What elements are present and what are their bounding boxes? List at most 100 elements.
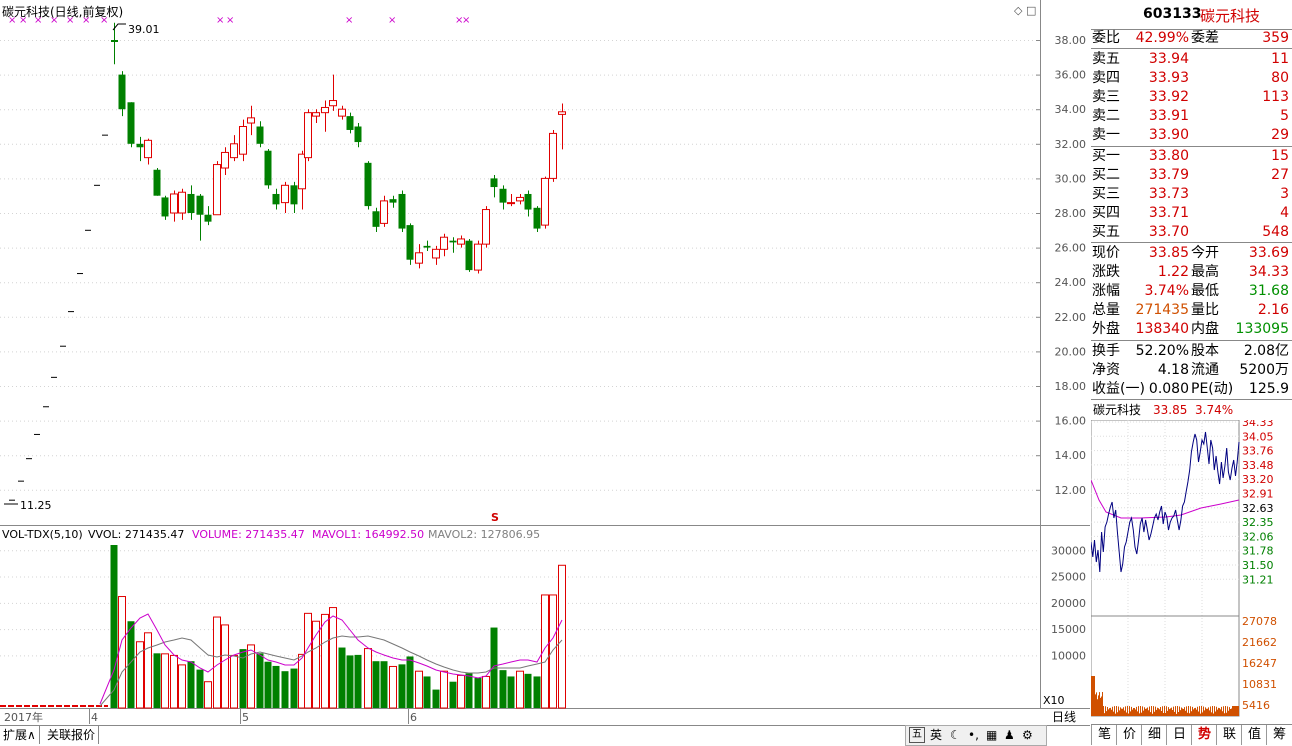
punct-icon[interactable]: •,: [968, 726, 979, 744]
candle: [541, 176, 549, 229]
mini-name: 碳元科技: [1093, 403, 1142, 417]
tab-4[interactable]: 势: [1191, 725, 1217, 745]
price-tick: 32.00: [1055, 138, 1087, 151]
row-label: 涨幅: [1092, 283, 1120, 299]
volume-bar: [524, 673, 532, 708]
related-quote-button[interactable]: 关联报价: [44, 726, 100, 744]
tab-0[interactable]: 笔: [1091, 725, 1117, 745]
intraday-price-tick: 32.35: [1242, 516, 1274, 529]
price-tick: 26.00: [1055, 242, 1087, 255]
fund-row: 净资 4.18 流通 5200万: [1091, 361, 1292, 380]
volume-bar: [346, 655, 354, 708]
date-label-jun: 6: [410, 711, 417, 724]
quote-header: 603133 碳元科技: [1091, 0, 1292, 30]
volume-bar: [398, 664, 406, 708]
candle: [364, 161, 372, 210]
keyboard-icon[interactable]: ▦: [986, 726, 997, 744]
ime-mode[interactable]: 英: [930, 726, 942, 744]
row-value: 33.80: [1148, 148, 1189, 164]
row-value-2: 2.16: [1257, 302, 1289, 318]
volume-bar: [354, 654, 362, 708]
price-tick: 16.00: [1055, 415, 1087, 428]
volume-tick: 30000: [1051, 544, 1086, 557]
row-value-2: 548: [1262, 224, 1289, 240]
intraday-vol-tick: 10831: [1242, 678, 1277, 691]
intraday-price-tick: 31.50: [1242, 559, 1274, 572]
volume-bar: [516, 670, 524, 709]
expand-button[interactable]: 扩展∧: [0, 726, 40, 744]
period-label[interactable]: 日线: [1052, 710, 1076, 724]
event-x-icon: ×: [388, 15, 396, 26]
row-value: 33.71: [1148, 205, 1189, 221]
bid-row: 买一 33.80 15: [1091, 147, 1292, 166]
ime-toolbar[interactable]: 五 英 ☾ •, ▦ ♟ ⚙: [905, 725, 1047, 746]
candle: [482, 206, 490, 248]
row-value-2: 5: [1280, 108, 1289, 124]
volume-bar: [144, 632, 152, 709]
tab-2[interactable]: 细: [1141, 725, 1167, 745]
row-label: 买五: [1092, 224, 1120, 240]
ime-logo-icon: 五: [909, 727, 925, 743]
volume-bar: [499, 670, 507, 708]
stock-name: 碳元科技: [1200, 7, 1261, 25]
square-icon[interactable]: □: [1026, 4, 1036, 17]
tab-1[interactable]: 价: [1116, 725, 1142, 745]
tab-3[interactable]: 日: [1166, 725, 1192, 745]
mini-pct: 3.74%: [1195, 403, 1234, 417]
bid-row: 买三 33.73 3: [1091, 185, 1292, 204]
row-value: 33.70: [1148, 224, 1189, 240]
price-tick: 38.00: [1055, 34, 1087, 47]
row-label: 买二: [1092, 167, 1120, 183]
price-tick: 14.00: [1055, 449, 1087, 462]
intraday-chart[interactable]: 34.3334.05 33.7633.4833.20 32.9132.6332.35…: [1091, 420, 1292, 724]
volume-bar: [321, 613, 329, 709]
volume-bar: [364, 648, 372, 709]
settings-icon[interactable]: ⚙: [1022, 726, 1033, 744]
row-value: 138340: [1135, 321, 1189, 337]
volume-bar: [465, 673, 473, 708]
intraday-price-tick: 31.21: [1242, 573, 1274, 586]
price-tick: 22.00: [1055, 311, 1087, 324]
kline-chart[interactable]: 38.00 36.00 34.00 32.00 30.00 28.00 26.00 24.00…: [0, 0, 1090, 724]
tab-6[interactable]: 值: [1241, 725, 1267, 745]
tab-5[interactable]: 联: [1216, 725, 1242, 745]
candle: [264, 148, 272, 189]
s-marker: S: [491, 511, 499, 524]
row-label: 收益(一): [1092, 381, 1145, 397]
ask-row: 卖五 33.94 11: [1091, 50, 1292, 69]
volume-bar: [178, 664, 186, 709]
row-label: 总量: [1092, 302, 1120, 318]
weibi-value: 42.99%: [1135, 30, 1189, 46]
price-tick: 30.00: [1055, 172, 1087, 185]
vol-indicator[interactable]: VOL-TDX(5,10): [2, 528, 83, 541]
intraday-price-tick: 33.20: [1242, 473, 1274, 486]
volume-bar: [118, 596, 126, 709]
intraday-price-tick: 33.48: [1242, 459, 1274, 472]
moon-icon[interactable]: ☾: [950, 726, 961, 744]
intraday-price-tick: 33.76: [1242, 445, 1274, 458]
row-value: 33.94: [1148, 51, 1189, 67]
row-label: 卖四: [1092, 70, 1120, 86]
intraday-price-tick: 31.78: [1242, 545, 1274, 558]
row-label: 卖二: [1092, 108, 1120, 124]
weibi-row: 委比 42.99% 委差 359: [1091, 29, 1292, 49]
candle: [474, 240, 482, 274]
volume-bar: [380, 661, 388, 708]
weibi-label: 委比: [1092, 30, 1120, 46]
quote-tabs: 笔价细日势联值筹: [1091, 724, 1292, 746]
volume-bar: [196, 669, 204, 708]
row-value: 33.90: [1148, 127, 1189, 143]
row-value-2: 80: [1271, 70, 1289, 86]
row-label-2: 最高: [1191, 264, 1219, 280]
row-value-2: 29: [1271, 127, 1289, 143]
ask-row: 卖二 33.91 5: [1091, 107, 1292, 126]
row-value-2: 4: [1280, 205, 1289, 221]
event-x-icon: ×: [462, 15, 470, 26]
tab-7[interactable]: 筹: [1266, 725, 1292, 745]
diamond-icon[interactable]: ◇: [1014, 4, 1023, 17]
volume-bar: [187, 661, 195, 708]
bid-row: 买四 33.71 4: [1091, 204, 1292, 223]
intraday-price-tick: 34.05: [1242, 430, 1274, 443]
volume-tick: 20000: [1051, 597, 1086, 610]
user-icon[interactable]: ♟: [1004, 726, 1015, 744]
